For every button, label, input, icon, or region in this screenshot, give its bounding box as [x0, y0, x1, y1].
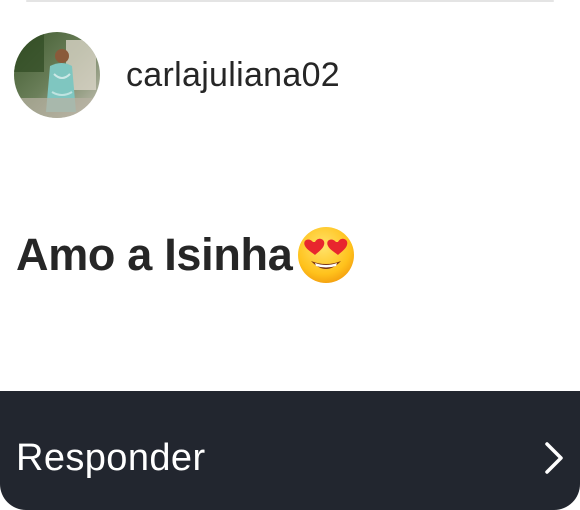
chevron-right-icon — [542, 438, 566, 478]
comment-body: Amo a Isinha — [16, 222, 356, 288]
comment-text: Amo a Isinha — [16, 229, 293, 280]
username[interactable]: carlajuliana02 — [126, 56, 340, 95]
top-divider — [26, 0, 554, 2]
reply-button[interactable]: Responder — [0, 391, 580, 510]
user-header[interactable]: carlajuliana02 — [14, 32, 340, 118]
reply-label: Responder — [16, 437, 206, 479]
avatar[interactable] — [14, 32, 100, 118]
comment-card: carlajuliana02 Amo a Isinha Responder — [0, 0, 580, 510]
heart-eyes-emoji-icon — [296, 225, 356, 285]
